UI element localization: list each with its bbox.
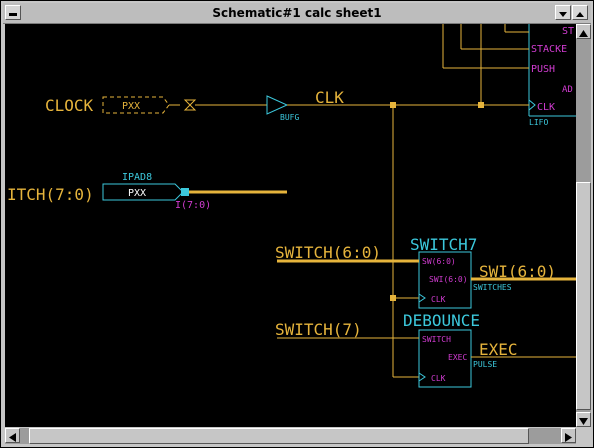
lifo-label: LIFO <box>529 118 548 127</box>
scroll-left-button[interactable] <box>5 428 20 443</box>
switch7-label: SWITCH7 <box>410 235 477 254</box>
title-bar[interactable]: Schematic#1 calc sheet1 <box>3 3 591 24</box>
pin-connector <box>181 188 189 196</box>
minimize-button[interactable] <box>555 5 571 20</box>
debounce-label: DEBOUNCE <box>403 311 480 330</box>
debounce-pin-in: SWITCH <box>422 335 451 344</box>
switch7-pin-out: SWI(6:0) <box>429 275 468 284</box>
switch7-pin-clk: CLK <box>431 295 446 304</box>
arrow-up-icon <box>579 30 588 37</box>
switch-net-label: SWITCH(6:0) <box>275 243 381 262</box>
clock-pad-label: PXX <box>122 101 140 112</box>
lifo-pin-ad: AD <box>562 85 573 95</box>
arrow-right-icon <box>565 433 572 442</box>
debounce-pin-clk: CLK <box>431 374 446 383</box>
arrow-down-icon <box>579 418 588 425</box>
lifo-pin-st: ST <box>562 26 574 37</box>
schematic-drawing[interactable]: ST STACKE PUSH CLK AD LIFO CLOCK PXX BUF… <box>5 24 576 427</box>
scroll-down-button[interactable] <box>576 412 591 427</box>
debounce-pin-out: EXEC <box>448 353 467 362</box>
swi-net-label: SWI(6:0) <box>479 262 556 281</box>
lifo-component[interactable]: ST STACKE PUSH CLK AD LIFO <box>528 24 576 127</box>
clk-net-label: CLK <box>315 88 344 107</box>
vertical-scroll-thumb[interactable] <box>576 182 591 410</box>
clock-port-label: CLOCK <box>45 96 94 115</box>
switch7-net[interactable]: SWITCH(7) <box>275 320 419 339</box>
scrollbar-corner <box>576 428 591 444</box>
debounce-sub-label: PULSE <box>473 360 497 369</box>
junction-dot <box>390 295 396 301</box>
ipad-label: IPAD8 <box>122 172 152 183</box>
bufg-label: BUFG <box>280 113 299 122</box>
schematic-canvas[interactable]: ST STACKE PUSH CLK AD LIFO CLOCK PXX BUF… <box>5 24 576 427</box>
maximize-button[interactable] <box>572 5 588 20</box>
horizontal-scrollbar[interactable] <box>5 428 576 444</box>
vertical-scrollbar[interactable] <box>576 24 591 427</box>
clock-input-port[interactable]: CLOCK PXX <box>45 96 267 115</box>
window-title: Schematic#1 calc sheet1 <box>212 6 382 20</box>
bufg-component[interactable]: BUFG <box>266 95 299 122</box>
itch-port-label: ITCH(7:0) <box>7 185 94 204</box>
switch7-net-label: SWITCH(7) <box>275 320 362 339</box>
maximize-icon <box>576 12 584 17</box>
lifo-pin-clk: CLK <box>537 102 555 113</box>
horizontal-scroll-thumb[interactable] <box>29 428 529 444</box>
scroll-up-button[interactable] <box>576 24 591 39</box>
scroll-right-button[interactable] <box>561 428 576 443</box>
minimize-icon <box>559 12 567 17</box>
itch-input-port[interactable]: ITCH(7:0) IPAD8 PXX I(7:0) <box>7 172 287 211</box>
junction-dot <box>390 102 396 108</box>
schematic-window: Schematic#1 calc sheet1 ST STACKE PUSH C… <box>0 0 594 448</box>
clock-buffer-symbol <box>183 99 197 111</box>
lifo-input-nets[interactable] <box>442 24 529 108</box>
arrow-left-icon <box>9 433 16 442</box>
switch7-pin-in: SW(6:0) <box>422 257 456 266</box>
exec-net[interactable]: EXEC <box>471 340 576 359</box>
lifo-pin-stacke: STACKE <box>531 44 567 55</box>
switch7-sub-label: SWITCHES <box>473 283 512 292</box>
exec-net-label: EXEC <box>479 340 518 359</box>
switch-bus-net[interactable]: SWITCH(6:0) <box>275 243 419 263</box>
swi-bus-net[interactable]: SWI(6:0) <box>471 262 576 281</box>
ipad-pad-label: PXX <box>128 188 146 199</box>
lifo-pin-push: PUSH <box>531 64 555 75</box>
ipad-pin-label: I(7:0) <box>175 200 211 211</box>
